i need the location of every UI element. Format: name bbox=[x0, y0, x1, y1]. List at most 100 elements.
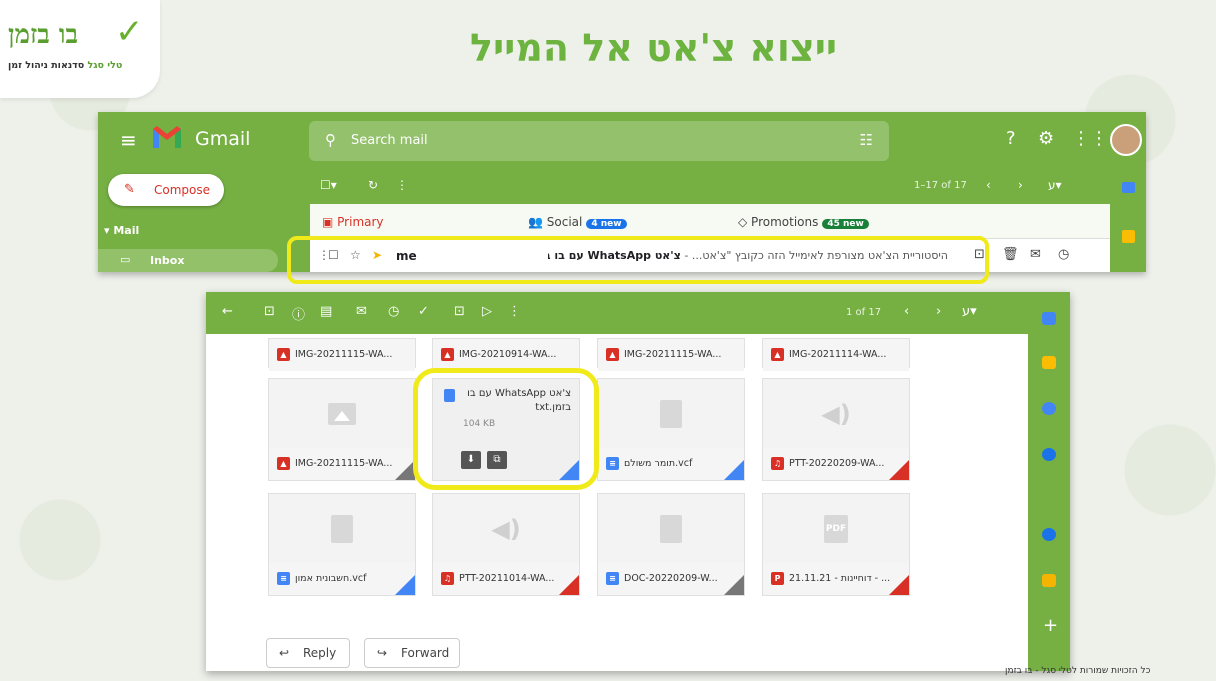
mark-read-icon[interactable]: ✉ bbox=[1030, 247, 1041, 262]
attachment-name: IMG-20210914-WA... bbox=[459, 349, 557, 360]
document-placeholder-icon bbox=[660, 400, 682, 428]
compose-button[interactable]: ✎ Compose bbox=[108, 174, 224, 206]
right-side-panel bbox=[1110, 168, 1146, 272]
logo-name: טלי סגל bbox=[87, 60, 123, 71]
category-tabs: ▣ Primary 👥 Social 4 new ◇ Promotions 45 n… bbox=[310, 204, 1110, 239]
image-file-icon: ▲ bbox=[441, 348, 454, 361]
calendar-icon[interactable] bbox=[1042, 312, 1056, 325]
image-file-icon: ▲ bbox=[771, 348, 784, 361]
mail-label: Mail bbox=[113, 224, 140, 237]
social-badge: 4 new bbox=[586, 219, 627, 229]
contacts-icon[interactable] bbox=[1042, 448, 1056, 461]
attachment-card[interactable]: ▲ IMG-20211115-WA... bbox=[597, 338, 745, 371]
tab-primary[interactable]: ▣ Primary bbox=[322, 215, 384, 229]
audio-placeholder-icon: ◀) bbox=[821, 400, 851, 428]
tab-promotions-label: Promotions bbox=[751, 215, 819, 229]
compose-label: Compose bbox=[154, 183, 211, 197]
message-toolbar: ← ⊡ ⓘ ▤ ✉ ◷ ✓ ⊡ ▷ ⋮ 1 of 17 ‹ › ע▾ bbox=[206, 292, 1028, 334]
keep-icon[interactable] bbox=[1042, 356, 1056, 369]
input-tools-icon[interactable]: ע▾ bbox=[962, 304, 977, 319]
search-icon[interactable]: ⚲ bbox=[325, 131, 336, 149]
attachment-name: PTT-20220209-WA... bbox=[789, 458, 885, 469]
search-input[interactable]: Search mail bbox=[351, 133, 428, 148]
attachment-card[interactable]: ≡ DOC-20220209-W... bbox=[597, 493, 745, 596]
trash-icon[interactable]: 🗑 bbox=[1002, 247, 1019, 262]
attachment-name: IMG-20211115-WA... bbox=[295, 349, 393, 360]
snooze-icon[interactable]: ◷ bbox=[1058, 247, 1069, 262]
forward-icon: ↪ bbox=[377, 646, 388, 660]
tab-social[interactable]: 👥 Social 4 new bbox=[528, 215, 627, 229]
next-page-icon[interactable]: › bbox=[1018, 178, 1023, 192]
list-toolbar: ☐▾ ↻ ⋮ 1–17 of 17 ‹ › ע▾ bbox=[310, 168, 1110, 204]
slide-headline: ייצוא צ'אט אל המייל bbox=[470, 26, 838, 70]
help-icon[interactable]: ? bbox=[1006, 128, 1016, 149]
gmail-logo-icon bbox=[153, 126, 181, 148]
calendar-icon[interactable] bbox=[1122, 182, 1135, 193]
move-to-icon[interactable]: ⊡ bbox=[454, 304, 465, 319]
inbox-label: Inbox bbox=[150, 254, 185, 267]
trash-icon[interactable]: ▤ bbox=[320, 304, 332, 319]
right-side-panel: + bbox=[1028, 292, 1070, 671]
more-icon[interactable]: ⋮ bbox=[396, 178, 408, 192]
attachment-name: DOC-20220209-W... bbox=[624, 573, 718, 584]
input-tools-icon[interactable]: ע▾ bbox=[1048, 178, 1062, 192]
more-icon[interactable]: ⋮ bbox=[508, 304, 521, 319]
gear-icon[interactable]: ⚙ bbox=[1038, 128, 1054, 149]
file-placeholder-icon bbox=[660, 515, 682, 543]
avatar[interactable] bbox=[1110, 124, 1142, 156]
logo-title: בו בזמן bbox=[8, 20, 79, 50]
next-message-icon[interactable]: › bbox=[936, 304, 941, 319]
doc-file-icon: ≡ bbox=[606, 572, 619, 585]
attachment-card[interactable]: ≡ חשבונית אמון.vcf bbox=[268, 493, 416, 596]
promotions-badge: 45 new bbox=[822, 219, 869, 229]
reply-icon: ↩ bbox=[279, 646, 290, 660]
attachment-card[interactable]: ◀) ♫ PTT-20220209-WA... bbox=[762, 378, 910, 481]
attachment-name: 21.11.21 - דוחיינות - ... bbox=[789, 573, 891, 584]
prev-message-icon[interactable]: ‹ bbox=[904, 304, 909, 319]
prev-page-icon[interactable]: ‹ bbox=[986, 178, 991, 192]
tab-primary-label: Primary bbox=[337, 215, 384, 229]
search-bar[interactable]: ⚲ Search mail ☷ bbox=[309, 121, 889, 161]
forward-button[interactable]: ↪ Forward bbox=[364, 638, 460, 668]
attachment-card[interactable]: ▲ IMG-20211115-WA... bbox=[268, 378, 416, 481]
tab-promotions[interactable]: ◇ Promotions 45 new bbox=[738, 215, 869, 229]
attachment-name: PTT-20211014-WA... bbox=[459, 573, 555, 584]
apps-grid-icon[interactable]: ⋮⋮ bbox=[1072, 128, 1108, 149]
mark-unread-icon[interactable]: ✉ bbox=[356, 304, 367, 319]
audio-file-icon: ♫ bbox=[771, 457, 784, 470]
image-file-icon: ▲ bbox=[606, 348, 619, 361]
gmail-app-name: Gmail bbox=[195, 128, 251, 150]
audio-placeholder-icon: ◀) bbox=[491, 515, 521, 543]
audio-file-icon: ♫ bbox=[441, 572, 454, 585]
report-spam-icon[interactable]: ⓘ bbox=[292, 304, 305, 323]
add-task-icon[interactable]: ✓ bbox=[418, 304, 429, 319]
attachment-card[interactable]: ▲ IMG-20210914-WA... bbox=[432, 338, 580, 371]
attachment-card[interactable]: ◀) ♫ PTT-20211014-WA... bbox=[432, 493, 580, 596]
back-arrow-icon[interactable]: ← bbox=[222, 304, 233, 319]
main-menu-icon[interactable]: ≡ bbox=[120, 128, 137, 152]
pencil-icon: ✎ bbox=[124, 182, 135, 197]
archive-icon[interactable]: ⊡ bbox=[264, 304, 275, 319]
reply-label: Reply bbox=[303, 646, 337, 660]
select-checkbox-icon[interactable]: ☐▾ bbox=[320, 178, 337, 192]
attachment-card[interactable]: PDF P 21.11.21 - דוחיינות - ... bbox=[762, 493, 910, 596]
attachment-card[interactable]: ▲ IMG-20211114-WA... bbox=[762, 338, 910, 371]
search-options-icon[interactable]: ☷ bbox=[860, 131, 873, 149]
check-addon-icon[interactable] bbox=[1042, 528, 1056, 541]
reply-button[interactable]: ↩ Reply bbox=[266, 638, 350, 668]
checkmark-icon: ✓ bbox=[115, 12, 144, 52]
calculator-addon-icon[interactable] bbox=[1042, 574, 1056, 587]
sidebar-item-inbox[interactable]: ▭ Inbox bbox=[98, 249, 278, 272]
attachment-card[interactable]: ≡ תומר משולם.vcf bbox=[597, 378, 745, 481]
refresh-icon[interactable]: ↻ bbox=[368, 178, 378, 192]
doc-file-icon: ≡ bbox=[606, 457, 619, 470]
add-addon-icon[interactable]: + bbox=[1043, 615, 1058, 636]
snooze-icon[interactable]: ◷ bbox=[388, 304, 399, 319]
label-icon[interactable]: ▷ bbox=[482, 304, 492, 319]
logo: בו בזמן ✓ טלי סגל סדנאות ניהול זמן bbox=[0, 0, 160, 98]
keep-icon[interactable] bbox=[1122, 230, 1135, 243]
sidebar-item-mail[interactable]: ▾ Mail bbox=[104, 224, 139, 237]
attachment-card[interactable]: ▲ IMG-20211115-WA... bbox=[268, 338, 416, 371]
tasks-icon[interactable] bbox=[1042, 402, 1056, 415]
inbox-icon: ▭ bbox=[120, 253, 131, 266]
